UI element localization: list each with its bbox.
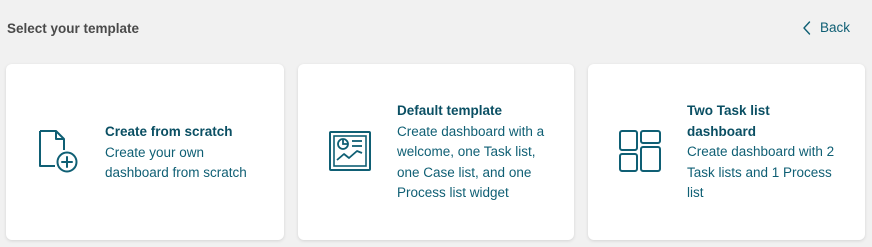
back-label: Back	[819, 20, 850, 35]
grid-layout-icon	[619, 130, 661, 172]
card-description: Create dashboard with a welcome, one Tas…	[397, 123, 545, 201]
card-title: Create from scratch	[105, 124, 233, 139]
card-title: Two Task list dashboard	[687, 103, 770, 139]
dashboard-chart-icon	[329, 131, 371, 171]
card-title: Default template	[397, 103, 503, 118]
back-button[interactable]: Back	[802, 20, 850, 35]
chevron-left-icon	[803, 20, 811, 35]
template-card-default-template[interactable]: Default template Create dashboard with a…	[298, 64, 574, 240]
card-description: Create your own dashboard from scratch	[105, 144, 247, 181]
template-card-create-from-scratch[interactable]: Create from scratch Create your own dash…	[6, 64, 284, 240]
template-card-two-task-list[interactable]: Two Task list dashboard Create dashboard…	[588, 64, 865, 240]
new-file-plus-icon	[39, 130, 78, 173]
template-cards: Create from scratch Create your own dash…	[6, 64, 865, 240]
page-title: Select your template	[7, 21, 140, 36]
card-description: Create dashboard with 2 Task lists and 1…	[687, 144, 835, 200]
